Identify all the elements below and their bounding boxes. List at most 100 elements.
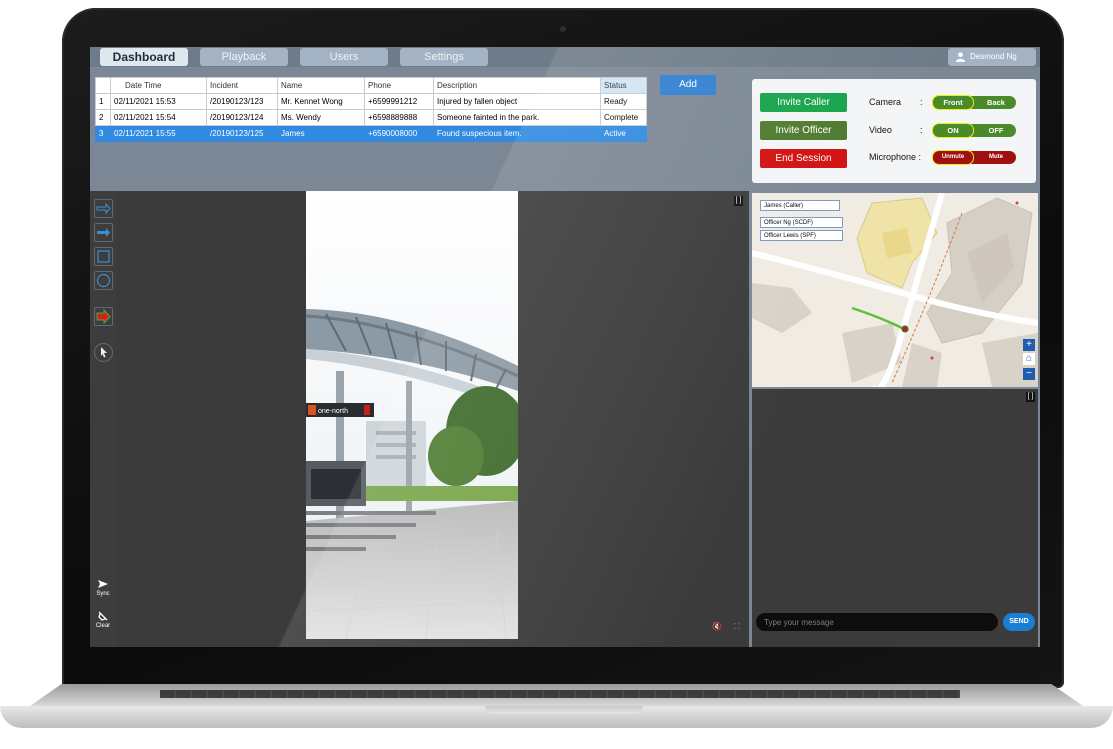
app-screen: Dashboard Playback Users Settings Desmon…: [90, 47, 1040, 647]
cell-status: Ready: [600, 93, 647, 110]
main-video-feed: one-north [ ] 🔇 ⛶ ⋮: [116, 191, 766, 647]
user-icon: [956, 52, 965, 62]
col-header-incident: Incident: [206, 77, 278, 94]
map-legend-officer-lewis: Officer Lewis (SPF): [760, 230, 843, 241]
video-off-option[interactable]: OFF: [976, 124, 1016, 137]
cell-description: Found suspecious item.: [433, 125, 601, 142]
cell-phone: +6599991212: [364, 93, 434, 110]
tab-dashboard[interactable]: Dashboard: [100, 48, 188, 66]
invite-caller-button[interactable]: Invite Caller: [760, 93, 847, 112]
fullscreen-toggle-main[interactable]: [ ]: [734, 196, 743, 206]
camera-toggle[interactable]: Front Back: [932, 95, 1016, 110]
col-header-num: [95, 77, 111, 94]
col-header-description: Description: [433, 77, 601, 94]
send-arrow-icon: [98, 580, 108, 588]
highlight-arrow-icon: [96, 308, 111, 325]
tab-users[interactable]: Users: [300, 48, 388, 66]
send-button[interactable]: SEND: [1003, 613, 1035, 631]
mrt-station-image: one-north: [306, 191, 518, 639]
location-map[interactable]: James (Caller) Officer Ng (SCDF) Officer…: [752, 193, 1038, 387]
arrow-tool[interactable]: [94, 223, 113, 242]
add-button[interactable]: Add: [660, 75, 716, 95]
video-on-option[interactable]: ON: [932, 123, 974, 138]
rectangle-tool[interactable]: [94, 247, 113, 266]
line-arrow-tool[interactable]: [94, 199, 113, 218]
chat-message-input[interactable]: [756, 613, 998, 631]
session-control-panel: Invite Caller Invite Officer End Session…: [752, 79, 1036, 183]
mute-icon[interactable]: 🔇: [712, 622, 722, 631]
camera-label: Camera: [869, 97, 902, 107]
zoom-out-button[interactable]: −: [1023, 368, 1035, 380]
cell-description: Injured by fallen object: [433, 93, 601, 110]
cell-incident: /20190123/124: [206, 109, 278, 126]
expand-icon[interactable]: ⛶: [734, 622, 740, 632]
cell-status: Active: [600, 125, 647, 142]
cell-incident: /20190123/123: [206, 93, 278, 110]
cell-datetime: 02/11/2021 15:53: [110, 93, 207, 110]
table-row-selected[interactable]: 3 02/11/2021 15:55 /20190123/125 James +…: [95, 125, 647, 142]
tab-playback[interactable]: Playback: [200, 48, 288, 66]
row-number: 2: [95, 109, 111, 126]
tab-settings[interactable]: Settings: [400, 48, 488, 66]
microphone-unmute-option[interactable]: Unmute: [932, 150, 974, 165]
secondary-video-feed: [ ] SEND: [752, 389, 1038, 647]
map-legend-caller: James (Caller): [760, 200, 840, 211]
incident-table: Date Time Incident Name Phone Descriptio…: [95, 77, 647, 142]
cell-description: Someone fainted in the park.: [433, 109, 601, 126]
row-number: 1: [95, 93, 111, 110]
station-sign-text: one-north: [318, 408, 348, 415]
camera-feed-image: one-north: [306, 191, 518, 639]
cell-phone: +6590008000: [364, 125, 434, 142]
cell-phone: +6598889888: [364, 109, 434, 126]
highlight-tool[interactable]: [94, 307, 113, 326]
camera-front-option[interactable]: Front: [932, 95, 974, 110]
cursor-icon: [101, 347, 107, 358]
video-toggle[interactable]: ON OFF: [932, 123, 1016, 138]
keyboard: [160, 690, 960, 698]
sync-label: Sync: [96, 591, 110, 597]
clear-label: Clear: [95, 623, 111, 629]
col-header-phone: Phone: [364, 77, 434, 94]
video-label: Video: [869, 125, 892, 135]
cell-datetime: 02/11/2021 15:55: [110, 125, 207, 142]
cell-incident: /20190123/125: [206, 125, 278, 142]
row-number: 3: [95, 125, 111, 142]
fullscreen-toggle-secondary[interactable]: [ ]: [1026, 392, 1035, 402]
camera-back-option[interactable]: Back: [976, 96, 1016, 109]
table-row[interactable]: 2 02/11/2021 15:54 /20190123/124 Ms. Wen…: [95, 109, 647, 126]
zoom-in-button[interactable]: +: [1023, 339, 1035, 351]
table-row[interactable]: 1 02/11/2021 15:53 /20190123/123 Mr. Ken…: [95, 93, 647, 110]
arrow-outline-icon: [96, 202, 111, 215]
clear-button[interactable]: Clear: [90, 611, 116, 639]
annotation-toolbar: Sync Clear: [90, 191, 117, 647]
circle-tool[interactable]: [94, 271, 113, 290]
map-legend-officer-ng: Officer Ng (SCDF): [760, 217, 843, 228]
cell-status: Complete: [600, 109, 647, 126]
circle-icon: [96, 273, 111, 288]
microphone-toggle[interactable]: Unmute Mute: [932, 150, 1016, 165]
sync-button[interactable]: Sync: [90, 579, 116, 607]
user-menu-button[interactable]: Desmond Ng: [948, 48, 1036, 66]
cell-name: Ms. Wendy: [277, 109, 365, 126]
user-name: Desmond Ng: [970, 52, 1017, 61]
top-nav: Dashboard Playback Users Settings Desmon…: [90, 47, 1040, 67]
cell-name: James: [277, 125, 365, 142]
col-header-datetime: Date Time: [110, 77, 207, 94]
camera-sep: :: [920, 97, 923, 107]
clear-icon: [98, 611, 108, 621]
col-header-status: Status: [600, 77, 647, 94]
table-header-row: Date Time Incident Name Phone Descriptio…: [95, 77, 647, 94]
end-session-button[interactable]: End Session: [760, 149, 847, 168]
video-sep: :: [920, 125, 923, 135]
cell-datetime: 02/11/2021 15:54: [110, 109, 207, 126]
cell-name: Mr. Kennet Wong: [277, 93, 365, 110]
microphone-label: Microphone :: [869, 152, 922, 162]
webcam: [560, 26, 566, 32]
rectangle-icon: [97, 250, 110, 263]
arrow-filled-icon: [97, 228, 110, 237]
microphone-mute-option[interactable]: Mute: [976, 151, 1016, 164]
pointer-tool[interactable]: [94, 343, 113, 362]
col-header-name: Name: [277, 77, 365, 94]
home-icon[interactable]: ⌂: [1023, 353, 1035, 365]
invite-officer-button[interactable]: Invite Officer: [760, 121, 847, 140]
